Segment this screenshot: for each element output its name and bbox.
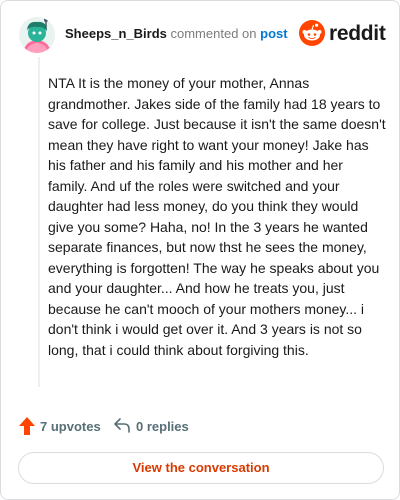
comment-card: Sheeps_n_Birds commented on post reddit … <box>0 0 400 500</box>
thread-rail <box>38 57 40 387</box>
upvote-button[interactable]: 7 upvotes <box>19 415 101 439</box>
byline-action-text: commented on <box>170 26 257 41</box>
post-link[interactable]: post <box>260 26 287 41</box>
brand-wordmark: reddit <box>329 22 386 45</box>
reddit-snoo-icon <box>299 20 325 46</box>
username-link[interactable]: Sheeps_n_Birds <box>65 26 167 41</box>
upvote-arrow-icon <box>19 417 35 435</box>
avatar-icon[interactable] <box>19 17 55 53</box>
comment-body: NTA It is the money of your mother, Anna… <box>48 75 386 358</box>
upvote-count: 7 upvotes <box>40 419 101 434</box>
reddit-logo[interactable]: reddit <box>299 19 386 49</box>
reply-arrow-icon <box>114 418 130 433</box>
replies-button[interactable]: 0 replies <box>113 415 203 439</box>
view-conversation-button[interactable]: View the conversation <box>18 452 384 484</box>
byline: Sheeps_n_Birds commented on post <box>65 26 288 41</box>
reply-count: 0 replies <box>136 419 189 434</box>
comment-header: Sheeps_n_Birds commented on post reddit <box>19 15 386 55</box>
